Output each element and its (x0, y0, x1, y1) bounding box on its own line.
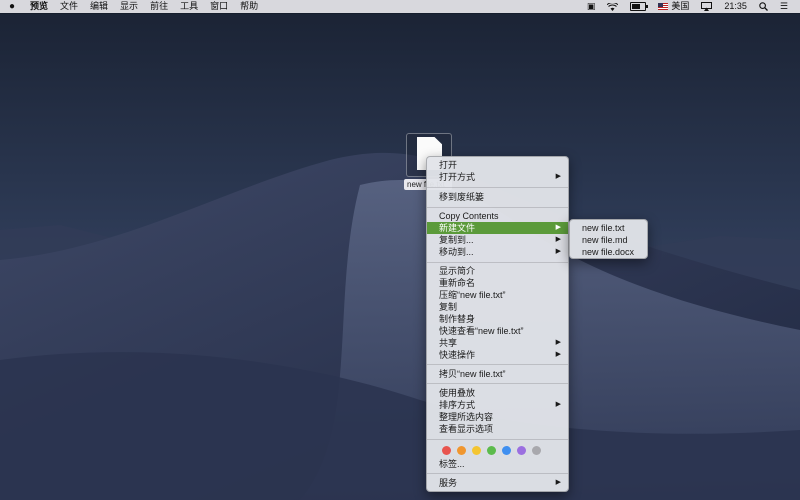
notification-center-icon[interactable]: ☰ (774, 0, 794, 13)
menu-item-new-file[interactable]: 新建文件 ▶ (427, 222, 568, 234)
tag-yellow-dot[interactable] (472, 446, 481, 455)
menu-separator (427, 262, 568, 263)
wifi-icon[interactable] (601, 2, 624, 11)
menu-item-clean-up-selection[interactable]: 整理所选内容 (427, 411, 568, 423)
us-flag-icon (658, 3, 669, 10)
menu-window[interactable]: 窗口 (204, 0, 234, 13)
menu-item-label: 显示简介 (439, 266, 476, 276)
menu-edit[interactable]: 编辑 (84, 0, 114, 13)
menu-item-services[interactable]: 服务 ▶ (427, 477, 568, 489)
tag-green-dot[interactable] (487, 446, 496, 455)
tag-color-picker (442, 446, 547, 455)
menu-item-get-info[interactable]: 显示简介 (427, 265, 568, 277)
tag-orange-dot[interactable] (457, 446, 466, 455)
input-source-label: 美国 (671, 1, 690, 11)
menu-separator (427, 207, 568, 208)
menu-item-label: 标签... (439, 459, 465, 469)
menu-item-label: 压缩“new file.txt” (439, 290, 506, 300)
menu-item-label: 共享 (439, 338, 458, 348)
tag-gray-dot[interactable] (532, 446, 541, 455)
submenu-item-new-docx[interactable]: new file.docx (570, 246, 647, 258)
battery-icon[interactable] (624, 2, 652, 11)
menu-item-label: 新建文件 (439, 223, 476, 233)
menu-item-duplicate[interactable]: 复制 (427, 301, 568, 313)
menu-separator (427, 364, 568, 365)
submenu-arrow-icon: ▶ (555, 479, 561, 486)
menu-view[interactable]: 显示 (114, 0, 144, 13)
menu-file[interactable]: 文件 (54, 0, 84, 13)
menu-separator (427, 187, 568, 188)
menu-item-tags[interactable]: 标签... (427, 458, 568, 470)
menu-go[interactable]: 前往 (144, 0, 174, 13)
submenu-arrow-icon: ▶ (555, 173, 561, 180)
submenu-item-label: new file.docx (582, 247, 635, 257)
screen-capture-icon[interactable]: ▣ (581, 0, 602, 13)
menu-item-label: 制作替身 (439, 314, 476, 324)
menu-item-label: 打开 (439, 160, 458, 170)
desktop-wallpaper (0, 0, 800, 500)
wallpaper-dunes (0, 0, 800, 500)
menu-separator (427, 383, 568, 384)
menu-item-make-alias[interactable]: 制作替身 (427, 313, 568, 325)
menu-separator (427, 439, 568, 440)
menu-item-label: Copy Contents (439, 211, 499, 221)
menu-item-label: 拷贝“new file.txt” (439, 369, 506, 379)
menu-item-label: 移动到... (439, 247, 474, 257)
menu-item-label: 快速查看“new file.txt” (439, 326, 524, 336)
tag-blue-dot[interactable] (502, 446, 511, 455)
airplay-icon[interactable] (695, 2, 718, 11)
menu-item-label: 复制到... (439, 235, 474, 245)
submenu-item-new-md[interactable]: new file.md (570, 234, 647, 246)
menu-item-label: 查看显示选项 (439, 424, 494, 434)
input-source-menu[interactable]: 美国 (652, 0, 695, 13)
menu-item-compress[interactable]: 压缩“new file.txt” (427, 289, 568, 301)
menu-item-move-to-trash[interactable]: 移到废纸篓 (427, 191, 568, 203)
submenu-arrow-icon: ▶ (555, 339, 561, 346)
menu-bar: ● 预览 文件 编辑 显示 前往 工具 窗口 帮助 ▣ 美国 21:35 ☰ (0, 0, 800, 13)
new-file-submenu: new file.txt new file.md new file.docx (569, 219, 648, 259)
submenu-arrow-icon: ▶ (555, 224, 561, 231)
menu-item-label: 复制 (439, 302, 458, 312)
submenu-arrow-icon: ▶ (555, 236, 561, 243)
menu-item-label: 使用叠放 (439, 388, 476, 398)
menu-tools[interactable]: 工具 (174, 0, 204, 13)
menu-help[interactable]: 帮助 (234, 0, 264, 13)
menu-item-quick-look[interactable]: 快速查看“new file.txt” (427, 325, 568, 337)
context-menu: 打开 打开方式 ▶ 移到废纸篓 Copy Contents 新建文件 ▶ 复制到..… (426, 156, 569, 492)
menu-item-label: 重新命名 (439, 278, 476, 288)
menu-item-show-view-options[interactable]: 查看显示选项 (427, 423, 568, 435)
menu-item-open-with[interactable]: 打开方式 ▶ (427, 171, 568, 183)
spotlight-search-icon[interactable] (753, 2, 774, 11)
submenu-arrow-icon: ▶ (555, 401, 561, 408)
menu-item-label: 排序方式 (439, 400, 476, 410)
clock[interactable]: 21:35 (718, 0, 753, 13)
menu-separator (427, 473, 568, 474)
apple-logo-icon[interactable]: ● (0, 1, 24, 12)
menu-item-rename[interactable]: 重新命名 (427, 277, 568, 289)
menu-item-label: 快速操作 (439, 350, 476, 360)
menu-item-copy-contents[interactable]: Copy Contents (427, 210, 568, 222)
submenu-arrow-icon: ▶ (555, 248, 561, 255)
menu-item-use-stacks[interactable]: 使用叠放 (427, 387, 568, 399)
submenu-arrow-icon: ▶ (555, 351, 561, 358)
menu-item-label: 服务 (439, 478, 458, 488)
submenu-item-label: new file.md (582, 235, 628, 245)
menu-item-quick-actions[interactable]: 快速操作 ▶ (427, 349, 568, 361)
menu-item-move-to[interactable]: 移动到... ▶ (427, 246, 568, 258)
tag-purple-dot[interactable] (517, 446, 526, 455)
menu-item-copy-to[interactable]: 复制到... ▶ (427, 234, 568, 246)
tag-red-dot[interactable] (442, 446, 451, 455)
submenu-item-new-txt[interactable]: new file.txt (570, 222, 647, 234)
menu-item-open[interactable]: 打开 (427, 159, 568, 171)
menu-item-share[interactable]: 共享 ▶ (427, 337, 568, 349)
menu-item-label: 整理所选内容 (439, 412, 494, 422)
menu-item-label: 移到废纸篓 (439, 192, 485, 202)
menu-app-preview[interactable]: 预览 (24, 0, 54, 13)
menu-item-copy-item[interactable]: 拷贝“new file.txt” (427, 368, 568, 380)
menu-item-sort-by[interactable]: 排序方式 ▶ (427, 399, 568, 411)
submenu-item-label: new file.txt (582, 223, 625, 233)
menu-item-label: 打开方式 (439, 172, 476, 182)
